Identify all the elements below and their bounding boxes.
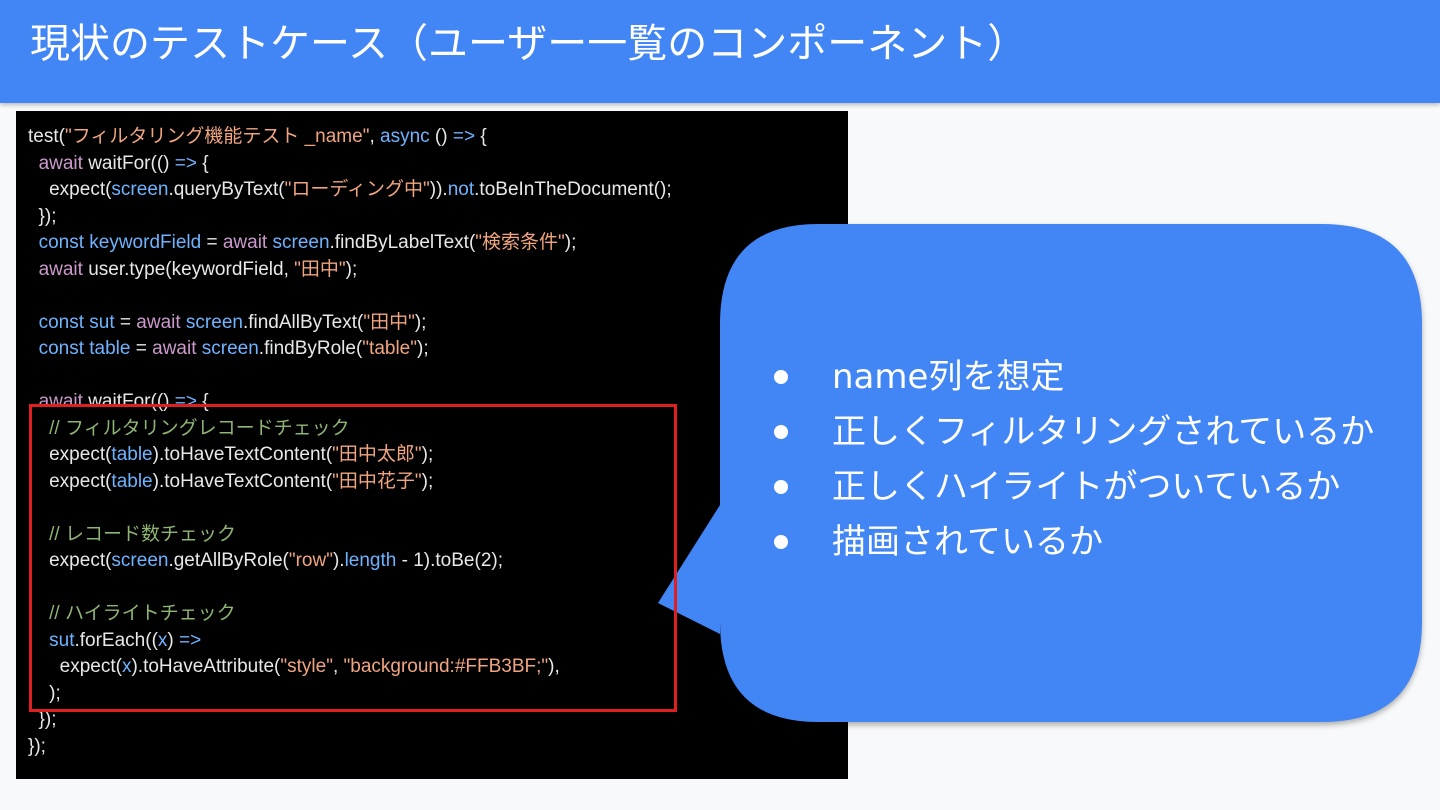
code-token: )). [429, 179, 448, 200]
code-token: { [475, 126, 487, 147]
code-token: => [452, 126, 476, 147]
code-token: .findByLabelText( [329, 232, 476, 253]
code-token: = [130, 338, 153, 359]
code-token: await [136, 311, 181, 333]
code-token: "ローディング中" [284, 179, 430, 200]
code-token: await [222, 232, 268, 253]
callout-bullet-text: 描画されているか [832, 522, 1103, 562]
code-token: await [152, 338, 197, 359]
code-token: ); [564, 232, 577, 253]
code-token: await [38, 152, 83, 174]
code-token: "検索条件" [475, 232, 565, 253]
callout-bullet-item: 描画されているか [772, 515, 1374, 570]
code-token: table [89, 338, 131, 359]
callout-bullet-item: name列を想定 [772, 350, 1374, 405]
code-token: = [201, 232, 223, 253]
callout-bullet-text: name列を想定 [832, 357, 1065, 397]
code-token: "田中" [363, 311, 415, 333]
code-token: screen [185, 311, 243, 333]
code-token: ); [414, 311, 427, 333]
code-token: { [196, 152, 209, 174]
code-token: ); [345, 258, 358, 280]
code-token: => [174, 152, 197, 174]
code-line: test("フィルタリング機能テスト _name", async () => { [28, 124, 672, 151]
code-token: const [38, 338, 84, 359]
slide-header: 現状のテストケース（ユーザー一覧のコンポーネント） [0, 0, 1440, 103]
callout-bullet-text: 正しくハイライトがついているか [832, 467, 1341, 507]
callout-bullet-item: 正しくフィルタリングされているか [772, 405, 1374, 460]
slide-title: 現状のテストケース（ユーザー一覧のコンポーネント） [30, 21, 1028, 67]
code-token: "table" [362, 338, 417, 359]
code-line: await user.type(keywordField, "田中"); [28, 257, 672, 284]
code-token: }); [28, 735, 46, 757]
code-line: expect(screen.queryByText("ローディング中")).no… [28, 177, 672, 204]
code-line: }); [28, 734, 672, 761]
code-line: }); [28, 204, 672, 231]
code-token: not [447, 179, 475, 200]
code-token: }); [28, 709, 57, 730]
code-token: await [38, 258, 83, 280]
code-token: ); [417, 338, 429, 359]
code-token: screen [272, 232, 330, 253]
code-token: .findByRole( [258, 338, 363, 359]
code-token: }); [28, 205, 57, 227]
code-line: await waitFor(() => { [28, 151, 672, 178]
code-token: screen [201, 338, 259, 359]
code-token: user.type(keywordField, [82, 258, 295, 280]
code-token: expect( [28, 179, 112, 200]
code-token: .queryByText( [168, 179, 285, 200]
code-line: const sut = await screen.findAllByText("… [28, 310, 672, 337]
callout-bullet-text: 正しくフィルタリングされているか [832, 412, 1375, 452]
bullet-dot-icon [774, 535, 788, 549]
callout-bullet-item: 正しくハイライトがついているか [772, 460, 1374, 515]
code-token: () [429, 126, 453, 147]
code-token: screen [111, 179, 169, 200]
code-token: "フィルタリング機能テスト _name" [64, 126, 370, 147]
code-token: const [38, 232, 84, 253]
code-token: "田中" [294, 258, 346, 280]
code-token: test( [28, 126, 65, 147]
highlight-box [29, 404, 677, 712]
bullet-dot-icon [774, 425, 788, 439]
code-line: const table = await screen.findByRole("t… [28, 336, 672, 363]
code-line: const keywordField = await screen.findBy… [28, 230, 672, 257]
callout-bullet-list: name列を想定正しくフィルタリングされているか 正しくハイライトがついているか描… [772, 350, 1374, 570]
code-token: keywordField [89, 232, 202, 253]
code-token: .findAllByText( [242, 311, 364, 333]
code-token: const [38, 311, 84, 333]
code-token: sut [89, 311, 115, 333]
code-token: async [380, 126, 430, 147]
bullet-dot-icon [774, 370, 788, 384]
bullet-dot-icon [774, 480, 788, 494]
code-token: waitFor(() [82, 152, 175, 174]
code-token: = [114, 311, 137, 333]
code-token: , [369, 126, 380, 147]
code-token: .toBeInTheDocument(); [474, 179, 672, 200]
